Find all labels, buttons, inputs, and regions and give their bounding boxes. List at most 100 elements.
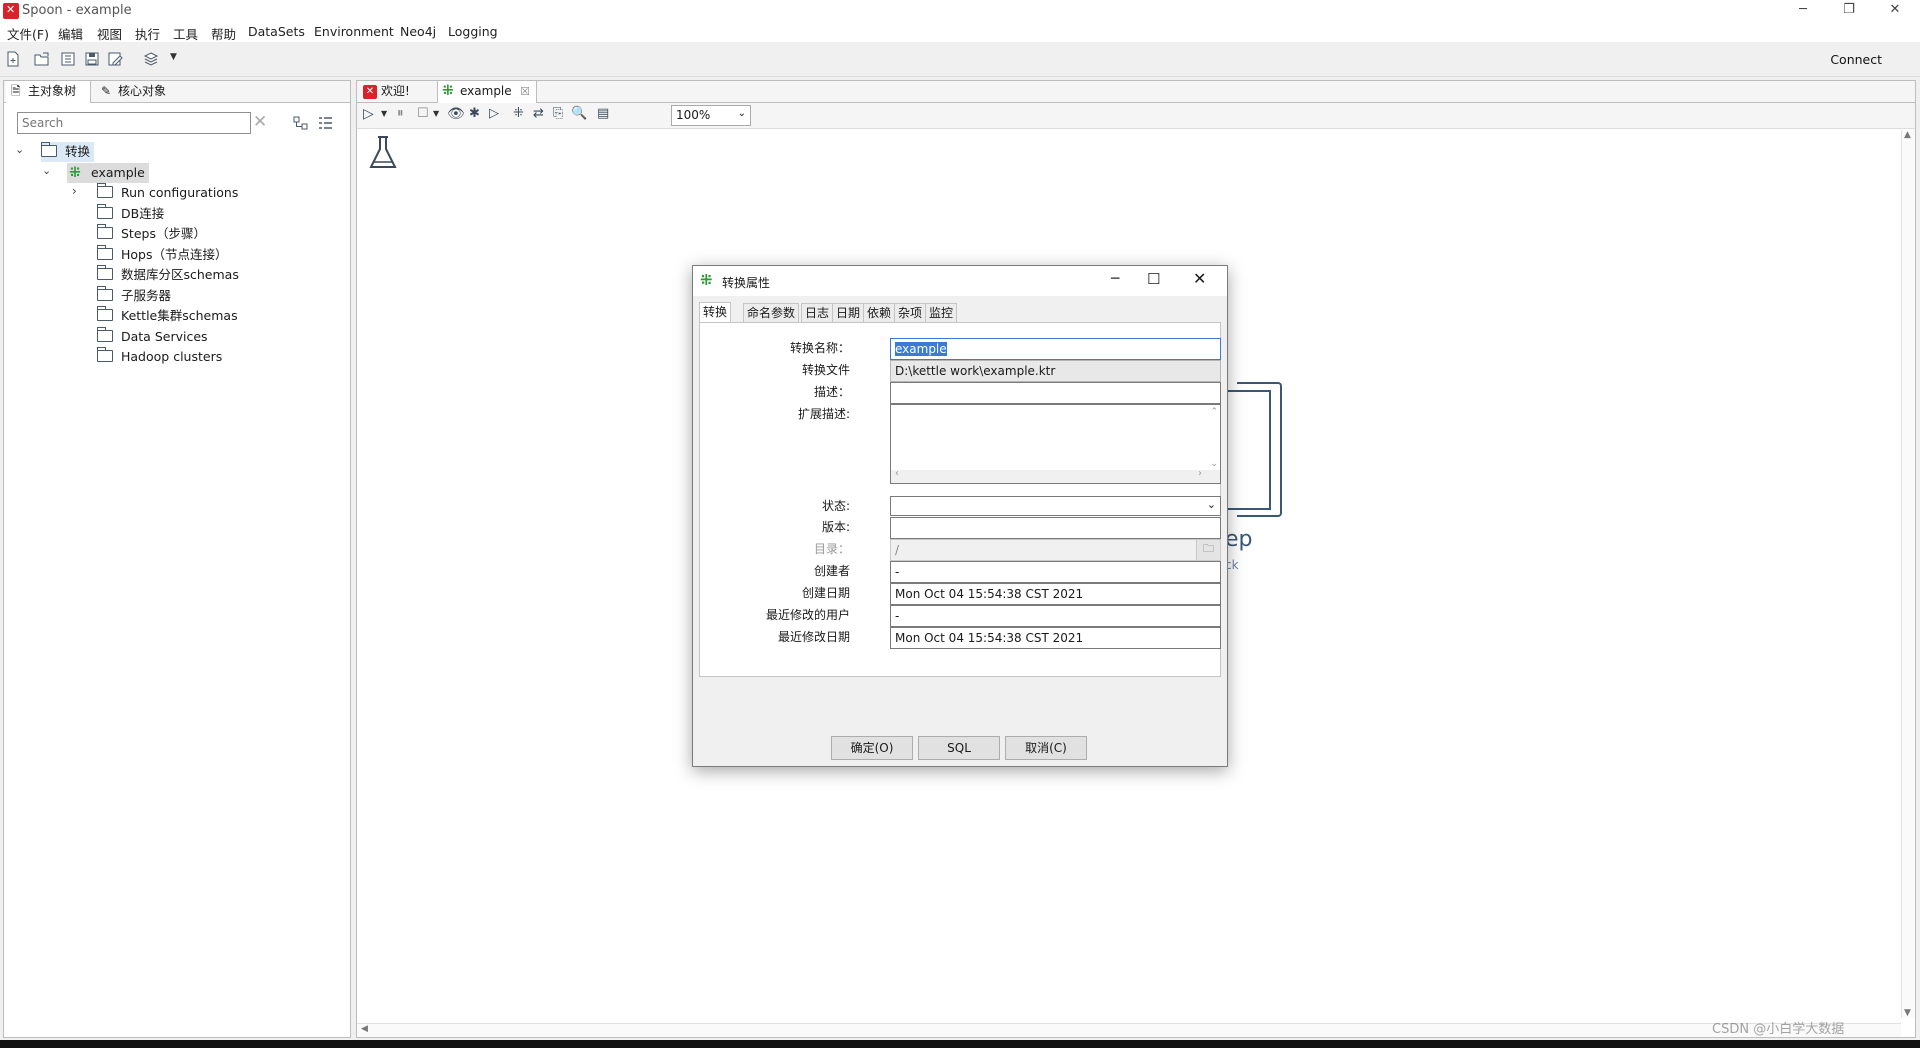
- dialog-tab-monitoring[interactable]: 监控: [925, 303, 958, 322]
- sql-icon[interactable]: ⎘: [553, 106, 563, 121]
- ok-button[interactable]: 确定(O): [831, 736, 913, 760]
- sql-button[interactable]: SQL: [918, 736, 1000, 760]
- creator-input[interactable]: -: [890, 561, 1221, 583]
- modified-by-input[interactable]: -: [890, 605, 1221, 627]
- clear-search-icon[interactable]: ✕: [253, 112, 267, 132]
- tab-welcome[interactable]: ✕ 欢迎!: [359, 81, 435, 103]
- creator-label: 创建者: [813, 564, 850, 578]
- menu-run[interactable]: 执行: [135, 24, 160, 43]
- version-input[interactable]: [890, 517, 1221, 539]
- dialog-minimize-button[interactable]: ─: [1111, 271, 1119, 287]
- dialog-tab-dependencies[interactable]: 依赖: [863, 303, 896, 322]
- run-icon[interactable]: ▷: [363, 106, 374, 122]
- tree-item-label: 数据库分区schemas: [121, 267, 239, 282]
- replay-icon[interactable]: ▷: [489, 106, 499, 121]
- stop-dropdown-icon[interactable]: ▼: [433, 109, 439, 118]
- cancel-button[interactable]: 取消(C): [1005, 736, 1087, 760]
- dialog-tab-transformation[interactable]: 转换: [699, 302, 732, 322]
- vertical-scrollbar[interactable]: ▲ ▼: [1901, 130, 1915, 1018]
- modified-date-input[interactable]: Mon Oct 04 15:54:38 CST 2021: [890, 627, 1221, 649]
- menu-tools[interactable]: 工具: [173, 24, 198, 43]
- scroll-left-icon[interactable]: ◀: [361, 1024, 368, 1034]
- scroll-left-icon[interactable]: ‹: [895, 468, 899, 479]
- scroll-up-icon[interactable]: ⌃: [1210, 407, 1218, 417]
- preview-icon[interactable]: 👁: [447, 106, 465, 122]
- dialog-maximize-button[interactable]: ☐: [1147, 270, 1160, 288]
- main-toolbar: ▼ Connect: [0, 43, 1920, 77]
- transformation-icon: ⁜: [442, 83, 454, 99]
- scroll-up-icon[interactable]: ▲: [1904, 130, 1911, 140]
- close-button[interactable]: ✕: [1872, 0, 1918, 22]
- save-as-icon[interactable]: [107, 51, 123, 67]
- verify-icon[interactable]: ⁜: [513, 106, 524, 121]
- zoom-select[interactable]: 100% ⌄: [671, 105, 751, 126]
- menu-datasets[interactable]: DataSets: [248, 24, 305, 39]
- restore-button[interactable]: ❐: [1826, 0, 1872, 22]
- new-file-icon[interactable]: [5, 51, 21, 67]
- tree-item-hadoop-clusters[interactable]: Hadoop clusters: [97, 347, 222, 367]
- description-input[interactable]: [890, 382, 1221, 404]
- tree-item-cluster-schemas[interactable]: Kettle集群schemas: [97, 306, 238, 326]
- explore-repository-icon[interactable]: [60, 51, 76, 67]
- connect-button[interactable]: Connect: [1830, 52, 1882, 67]
- dialog-tab-parameters[interactable]: 命名参数: [743, 303, 800, 322]
- menu-environment[interactable]: Environment: [314, 24, 394, 39]
- tree-item-partition-schemas[interactable]: 数据库分区schemas: [97, 265, 239, 285]
- textarea-horizontal-scrollbar[interactable]: ‹ ›: [891, 468, 1220, 483]
- scroll-right-icon[interactable]: ›: [1198, 468, 1202, 479]
- tab-example[interactable]: ⁜ example ☒: [437, 81, 537, 104]
- transformation-name-input[interactable]: example: [890, 338, 1221, 360]
- collapse-tree-icon[interactable]: [317, 115, 333, 131]
- modified-by-label: 最近修改的用户: [765, 608, 850, 622]
- layers-dropdown-icon[interactable]: ▼: [170, 52, 177, 62]
- impact-icon[interactable]: ⇄: [533, 106, 544, 121]
- save-icon[interactable]: [84, 51, 100, 67]
- status-select[interactable]: ⌄: [890, 496, 1221, 516]
- pause-icon[interactable]: ⏸: [397, 106, 404, 121]
- tab-main-tree[interactable]: 🗎 主对象树: [6, 81, 91, 103]
- tab-core-objects[interactable]: ✎ 核心对象: [96, 81, 176, 103]
- chevron-down-icon[interactable]: ⌄: [42, 164, 51, 177]
- grid-icon[interactable]: ▤: [597, 106, 609, 121]
- horizontal-scrollbar[interactable]: ◀: [357, 1023, 1901, 1037]
- run-dropdown-icon[interactable]: ▼: [381, 109, 387, 118]
- minimize-button[interactable]: ─: [1780, 0, 1826, 22]
- tree-item-steps[interactable]: Steps（步骤）: [97, 224, 206, 244]
- tree-item-db-connections[interactable]: DB连接: [97, 204, 164, 224]
- dialog-close-button[interactable]: ✕: [1193, 269, 1206, 288]
- tree-item-hops[interactable]: Hops（节点连接）: [97, 245, 228, 265]
- tree-item-data-services[interactable]: Data Services: [97, 327, 208, 347]
- chevron-right-icon[interactable]: ›: [72, 184, 77, 198]
- menu-file[interactable]: 文件(F): [7, 24, 49, 43]
- scroll-down-icon[interactable]: ⌄: [1210, 459, 1218, 469]
- scroll-down-icon[interactable]: ▼: [1904, 1008, 1911, 1018]
- dialog-title: 转换属性: [722, 276, 771, 290]
- browse-folder-icon[interactable]: 🗀: [1196, 540, 1220, 560]
- menu-edit[interactable]: 编辑: [58, 24, 83, 43]
- tree-root-transformations[interactable]: 转换: [41, 142, 95, 162]
- dialog-tab-dates[interactable]: 日期: [832, 303, 865, 322]
- menu-neo4j[interactable]: Neo4j: [400, 24, 436, 39]
- close-tab-icon[interactable]: ☒: [520, 81, 530, 102]
- search-input[interactable]: [17, 112, 251, 134]
- expand-tree-icon[interactable]: [293, 115, 309, 131]
- stop-icon[interactable]: ☐: [417, 106, 429, 121]
- chevron-down-icon[interactable]: ⌄: [15, 143, 24, 156]
- taskbar: [0, 1040, 1920, 1048]
- tree-item-slave-servers[interactable]: 子服务器: [97, 286, 171, 306]
- dialog-tab-misc[interactable]: 杂项: [894, 303, 927, 322]
- created-date-input[interactable]: Mon Oct 04 15:54:38 CST 2021: [890, 583, 1221, 605]
- layers-icon[interactable]: [143, 51, 159, 67]
- menu-logging[interactable]: Logging: [448, 24, 498, 39]
- dialog-tab-logging[interactable]: 日志: [801, 303, 834, 322]
- extended-description-textarea[interactable]: ⌃ ⌄ ‹ ›: [890, 404, 1221, 484]
- debug-icon[interactable]: ✱: [469, 106, 480, 121]
- tree-item-run-configurations[interactable]: Run configurations: [97, 183, 238, 203]
- tree-item-example[interactable]: ⁜ example: [67, 163, 149, 183]
- menu-help[interactable]: 帮助: [211, 24, 236, 43]
- status-label: 状态:: [821, 499, 850, 513]
- menu-view[interactable]: 视图: [97, 24, 122, 43]
- explore-db-icon[interactable]: 🔍: [571, 106, 587, 121]
- open-file-icon[interactable]: [34, 51, 50, 67]
- chevron-down-icon: ⌄: [737, 108, 746, 119]
